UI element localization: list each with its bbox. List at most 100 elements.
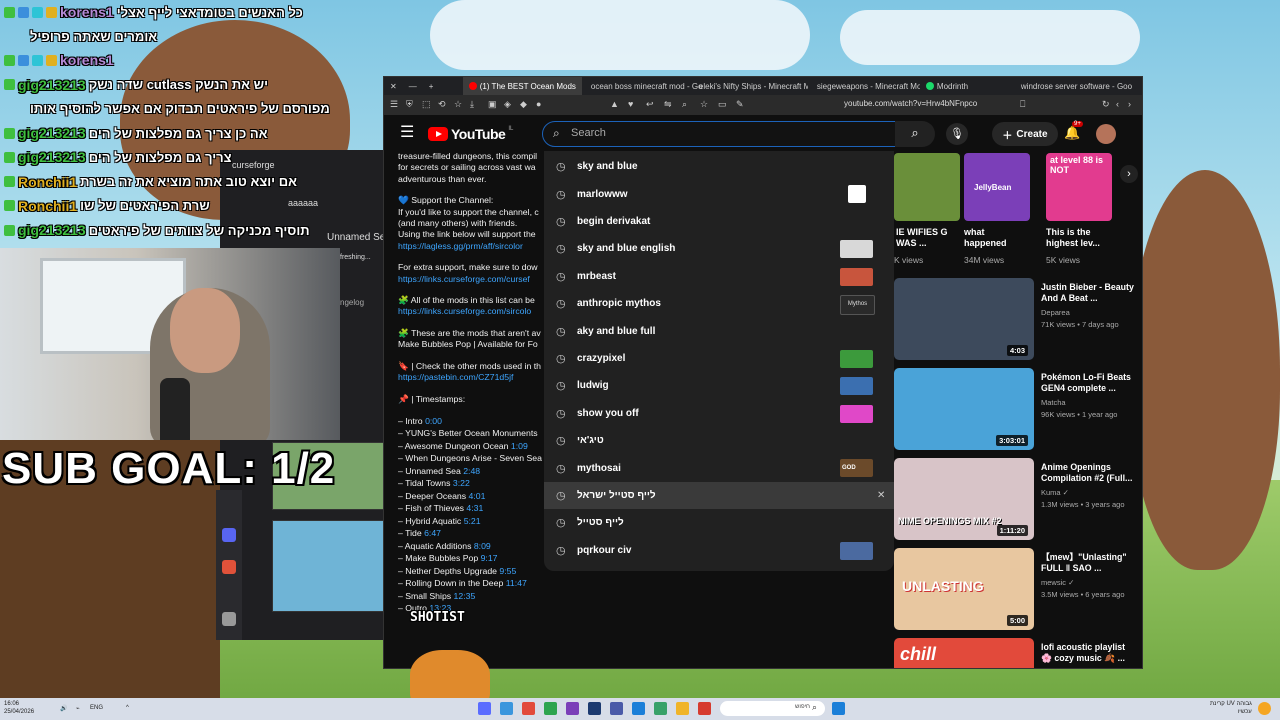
channel-name[interactable]: Matcha [1041,398,1066,407]
language-indicator[interactable]: ENG [90,705,103,711]
video-title[interactable]: Anime Openings Compilation #2 (Full... [1041,462,1137,484]
settings-icon[interactable] [222,612,236,626]
curseforge-thumbnail[interactable] [272,520,384,612]
timestamp-link[interactable]: 3:22 [453,478,470,488]
address-bar[interactable]: youtube.com/watch?v=Hrw4bNFnpco [844,99,977,108]
desc-link[interactable]: https://links.curseforge.com/sircolo [398,306,543,317]
weather-widget[interactable]: קרינת UV גבוהה עכשיו [1210,700,1252,716]
video-thumbnail[interactable]: 4:03 [894,278,1034,360]
video-title[interactable]: Pokémon Lo-Fi Beats GEN4 complete ... [1041,372,1137,394]
bookmark-icon[interactable]: ☆ [454,99,464,109]
tool-icon[interactable]: ✎ [736,99,746,109]
short-thumbnail[interactable]: JellyBean [964,153,1030,221]
app-icon[interactable] [588,702,601,715]
heart-icon[interactable]: ♥ [628,99,638,109]
video-thumbnail[interactable]: UNLASTING 5:00 [894,548,1034,630]
search-history-item[interactable]: ◷ mythosai GOD [544,454,894,481]
create-button[interactable]: ＋ Create [992,122,1058,146]
tab-google-windrose[interactable]: windrose server software - Goo [1012,77,1132,95]
add-icon[interactable] [222,560,236,574]
window-icon[interactable]: ▭ [718,99,728,109]
search-history-item[interactable]: ◷ לייף סטייל ישראל ✕ [544,481,894,510]
tab-curseforge-ships[interactable]: eleki's Nifty Ships - Minecraft M [690,77,808,95]
channel-name[interactable]: mewsic ✓ [1041,578,1074,587]
search-history-item[interactable]: ◷ marlowww [544,180,894,207]
notifications-bell-icon[interactable]: 🔔 [1064,125,1080,141]
app-icon[interactable] [566,702,579,715]
short-thumbnail[interactable] [894,153,960,221]
timestamp-link[interactable]: 4:31 [466,503,483,513]
tab-siegeweapons[interactable]: siegeweapons - Minecraft Mod [808,77,920,95]
discord-icon[interactable] [222,528,236,542]
user-avatar[interactable] [1096,124,1116,144]
history-icon[interactable]: ⟲ [438,99,448,109]
vpn-icon[interactable]: ● [536,99,546,109]
tab-youtube[interactable]: (1) The BEST Ocean Mods [462,77,582,95]
search-history-item[interactable]: ◷ לייף סטייל [544,509,894,536]
search-history-item[interactable]: ◷ crazypixel [544,345,894,372]
tab-modrinth[interactable]: Modrinth [920,77,1012,95]
app-icon[interactable] [610,702,623,715]
timestamp-link[interactable]: 12:35 [454,591,476,601]
timestamp-link[interactable]: 5:21 [464,516,481,526]
bookmark-page-icon[interactable]: ⎕ [1020,99,1030,109]
short-title[interactable]: what happened [964,227,1026,249]
tab-google-search[interactable]: ocean boss minecraft mod - Go [582,77,703,95]
search-history-item[interactable]: ◷ sky and blue [544,153,894,180]
app-icon[interactable] [654,702,667,715]
search-history-item[interactable]: ◷ ludwig [544,372,894,399]
desc-link[interactable]: https://links.curseforge.com/cursef [398,274,543,285]
sidebar-icon[interactable]: ☰ [390,99,400,109]
back-nav-icon[interactable]: ‹ [1116,99,1126,109]
tray-expand-icon[interactable]: ^ [126,705,129,711]
hamburger-menu-icon[interactable]: ☰ [400,125,414,141]
voice-search-icon[interactable]: 🎙 [946,123,968,145]
flow-icon[interactable]: ⇋ [664,99,674,109]
timestamp-link[interactable]: 2:48 [463,466,480,476]
shield-icon[interactable]: ⛨ [406,99,416,109]
timestamp-link[interactable]: 4:01 [469,491,486,501]
timestamp-link[interactable]: 8:09 [474,541,491,551]
search-button[interactable]: ⌕ [895,121,935,147]
curseforge-unnamed-sea[interactable]: Unnamed Sea [327,232,391,243]
brave-browser-icon[interactable] [698,702,711,715]
desc-link[interactable]: https://lagless.gg/prm/aff/sircolor [398,241,543,252]
recommended-video[interactable]: chill lofi acoustic playlist 🌸 cozy musi… [894,638,1142,668]
app-icon[interactable] [500,702,513,715]
recommended-video[interactable]: NIME OPENINGS MIX #2 1:11:20 Anime Openin… [894,458,1142,544]
timestamp-link[interactable]: 0:00 [425,416,442,426]
timestamp-link[interactable]: 1:09 [511,441,528,451]
search-history-item[interactable]: ◷ mrbeast [544,263,894,290]
forward-nav-icon[interactable]: › [1128,99,1138,109]
app-icon[interactable] [478,702,491,715]
app-icon[interactable] [544,702,557,715]
search-icon[interactable]: ⌕ [682,99,692,109]
video-title[interactable]: lofi acoustic playlist 🌸 cozy music 🍂 ..… [1041,642,1137,664]
recommended-video[interactable]: UNLASTING 5:00 【mew】"Unlasting" FULL ‖ SA… [894,548,1142,634]
short-thumbnail[interactable]: at level 88 is NOT [1046,153,1112,221]
network-icon[interactable]: ⌁ [76,705,80,712]
search-history-item[interactable]: ◷ show you off [544,400,894,427]
timestamp-link[interactable]: 6:47 [424,528,441,538]
video-thumbnail[interactable]: 3:03:01 [894,368,1034,450]
short-title[interactable]: IE WIFIES G WAS ... [896,227,958,249]
start-icon[interactable] [832,702,845,715]
search-history-item[interactable]: ◷ pqrkour civ [544,537,894,564]
window-close-icon[interactable]: ✕ [384,77,403,95]
video-thumbnail[interactable]: NIME OPENINGS MIX #2 1:11:20 [894,458,1034,540]
wallet-icon[interactable]: ◈ [504,99,514,109]
app-icon[interactable] [632,702,645,715]
clock[interactable]: 16:06 25/04/2026 [4,700,34,716]
recommended-video[interactable]: 4:03 Justin Bieber - Beauty And A Beat .… [894,278,1142,364]
remove-suggestion-icon[interactable]: ✕ [877,490,885,501]
warning-icon[interactable]: ▲ [610,99,620,109]
short-title[interactable]: This is the highest lev... [1046,227,1108,249]
video-title[interactable]: Justin Bieber - Beauty And A Beat ... [1041,282,1137,304]
search-history-item[interactable]: ◷ begin derivakat [544,208,894,235]
extension-icon[interactable]: ⬚ [422,99,432,109]
window-minimize-icon[interactable]: — [403,77,423,95]
app-icon[interactable] [522,702,535,715]
search-history-item[interactable]: ◷ anthropic mythos Mythos [544,290,894,317]
desc-link[interactable]: https://pastebin.com/CZ71d5jf [398,372,543,383]
video-thumbnail[interactable]: chill [894,638,1034,668]
